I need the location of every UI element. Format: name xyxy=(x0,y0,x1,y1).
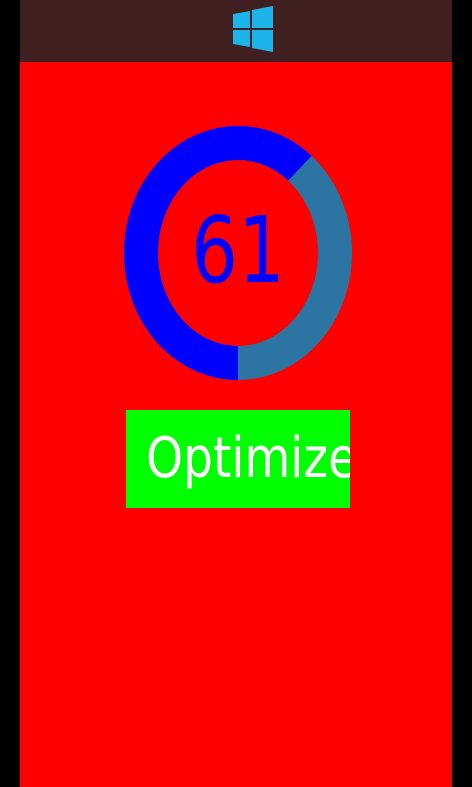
optimize-button-label: Optimize xyxy=(146,426,350,491)
phone-frame: 61 Optimize xyxy=(0,0,472,787)
score-gauge: 61 xyxy=(122,126,354,382)
windows-logo-icon xyxy=(233,6,273,52)
header-bar xyxy=(20,0,452,62)
main-screen: 61 Optimize xyxy=(20,62,452,787)
score-value: 61 xyxy=(191,197,285,304)
optimize-button[interactable]: Optimize xyxy=(126,410,350,508)
